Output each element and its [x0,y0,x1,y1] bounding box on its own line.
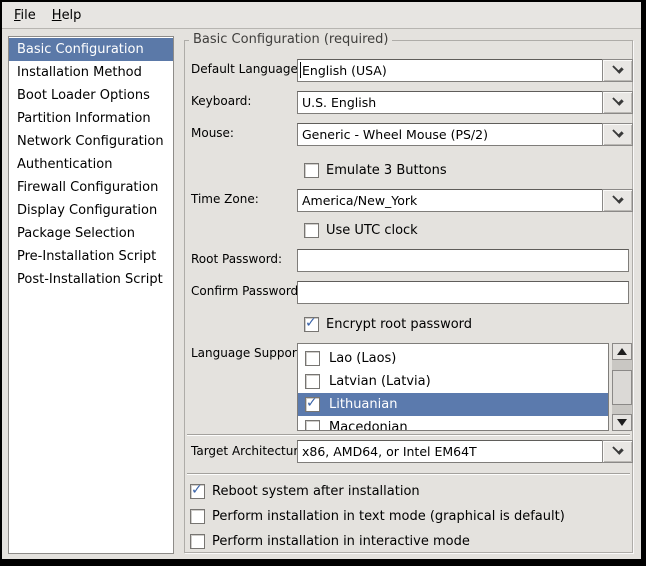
menu-file[interactable]: File [6,5,44,26]
menubar: File Help [2,2,641,29]
language-option-lithuanian[interactable]: ✓ Lithuanian [298,393,608,416]
root-password-label: Root Password: [191,252,282,266]
check-icon: ✓ [305,315,317,331]
chevron-down-icon [612,126,623,137]
sidebar-item-package-selection[interactable]: Package Selection [9,222,173,245]
root-password-input[interactable] [297,249,629,272]
checkbox-checked-icon: ✓ [305,397,320,412]
default-language-input[interactable] [297,59,603,82]
sidebar-item-firewall-configuration[interactable]: Firewall Configuration [9,176,173,199]
language-option-lao[interactable]: ✓ Lao (Laos) [298,347,608,370]
chevron-down-icon [612,192,623,203]
sidebar-item-post-installation-script[interactable]: Post-Installation Script [9,268,173,291]
keyboard-label: Keyboard: [191,94,251,108]
emulate-3-buttons-checkbox[interactable]: ✓ Emulate 3 Buttons [304,162,447,178]
basic-configuration-panel: Basic Configuration (required) Default L… [184,40,633,553]
sidebar-item-network-configuration[interactable]: Network Configuration [9,130,173,153]
checkbox-checked-icon: ✓ [190,484,205,499]
time-zone-input[interactable] [297,189,603,212]
target-architecture-input[interactable] [297,440,603,463]
use-utc-clock-checkbox[interactable]: ✓ Use UTC clock [304,222,418,238]
interactive-mode-install-checkbox[interactable]: ✓ Perform installation in interactive mo… [190,533,470,549]
checkbox-icon: ✓ [190,509,205,524]
language-option-latvian[interactable]: ✓ Latvian (Latvia) [298,370,608,393]
language-support-label: Language Support: [191,346,306,360]
checkbox-checked-icon: ✓ [304,317,319,332]
keyboard-input[interactable] [297,91,603,114]
menu-help[interactable]: Help [44,5,90,26]
checkbox-icon: ✓ [305,420,320,431]
scroll-down-icon [617,419,627,426]
sidebar-item-boot-loader-options[interactable]: Boot Loader Options [9,84,173,107]
confirm-password-label: Confirm Password: [191,284,302,298]
section-list: Basic Configuration Installation Method … [8,36,174,554]
scroll-down-button[interactable] [612,414,632,431]
checkbox-icon: ✓ [305,374,320,389]
panel-title: Basic Configuration (required) [189,32,392,47]
text-mode-install-checkbox[interactable]: ✓ Perform installation in text mode (gra… [190,508,565,524]
separator [187,473,630,475]
chevron-down-icon [612,62,623,73]
sidebar-item-partition-information[interactable]: Partition Information [9,107,173,130]
encrypt-root-password-checkbox[interactable]: ✓ Encrypt root password [304,316,472,332]
scroll-up-button[interactable] [612,343,632,360]
check-icon: ✓ [306,395,318,411]
reboot-after-install-checkbox[interactable]: ✓ Reboot system after installation [190,483,420,499]
language-option-macedonian[interactable]: ✓ Macedonian [298,416,608,431]
mouse-label: Mouse: [191,126,234,140]
scrollbar-thumb[interactable] [612,370,632,405]
checkbox-icon: ✓ [305,351,320,366]
keyboard-dropdown-button[interactable] [602,91,633,114]
target-architecture-dropdown-button[interactable] [602,440,633,463]
mouse-dropdown-button[interactable] [602,123,633,146]
separator [187,434,630,436]
chevron-down-icon [612,94,623,105]
sidebar-item-display-configuration[interactable]: Display Configuration [9,199,173,222]
checkbox-icon: ✓ [190,534,205,549]
checkbox-icon: ✓ [304,223,319,238]
text-caret [300,62,301,78]
time-zone-dropdown-button[interactable] [602,189,633,212]
checkbox-icon: ✓ [304,163,319,178]
sidebar-item-basic-configuration[interactable]: Basic Configuration [9,38,173,61]
sidebar-item-installation-method[interactable]: Installation Method [9,61,173,84]
check-icon: ✓ [191,482,203,498]
kickstart-configurator-window: File Help Basic Configuration Installati… [0,0,646,566]
language-list-scrollbar[interactable] [612,343,632,431]
window-content: File Help Basic Configuration Installati… [2,2,641,559]
target-architecture-label: Target Architecture: [191,444,309,458]
confirm-password-input[interactable] [297,281,629,304]
time-zone-label: Time Zone: [191,192,259,206]
mouse-input[interactable] [297,123,603,146]
scroll-up-icon [617,348,627,355]
chevron-down-icon [612,443,623,454]
language-support-list: ✓ Lao (Laos) ✓ Latvian (Latvia) ✓ Lithua… [297,343,609,431]
default-language-dropdown-button[interactable] [602,59,633,82]
default-language-label: Default Language: [191,62,302,76]
sidebar-item-pre-installation-script[interactable]: Pre-Installation Script [9,245,173,268]
sidebar-item-authentication[interactable]: Authentication [9,153,173,176]
